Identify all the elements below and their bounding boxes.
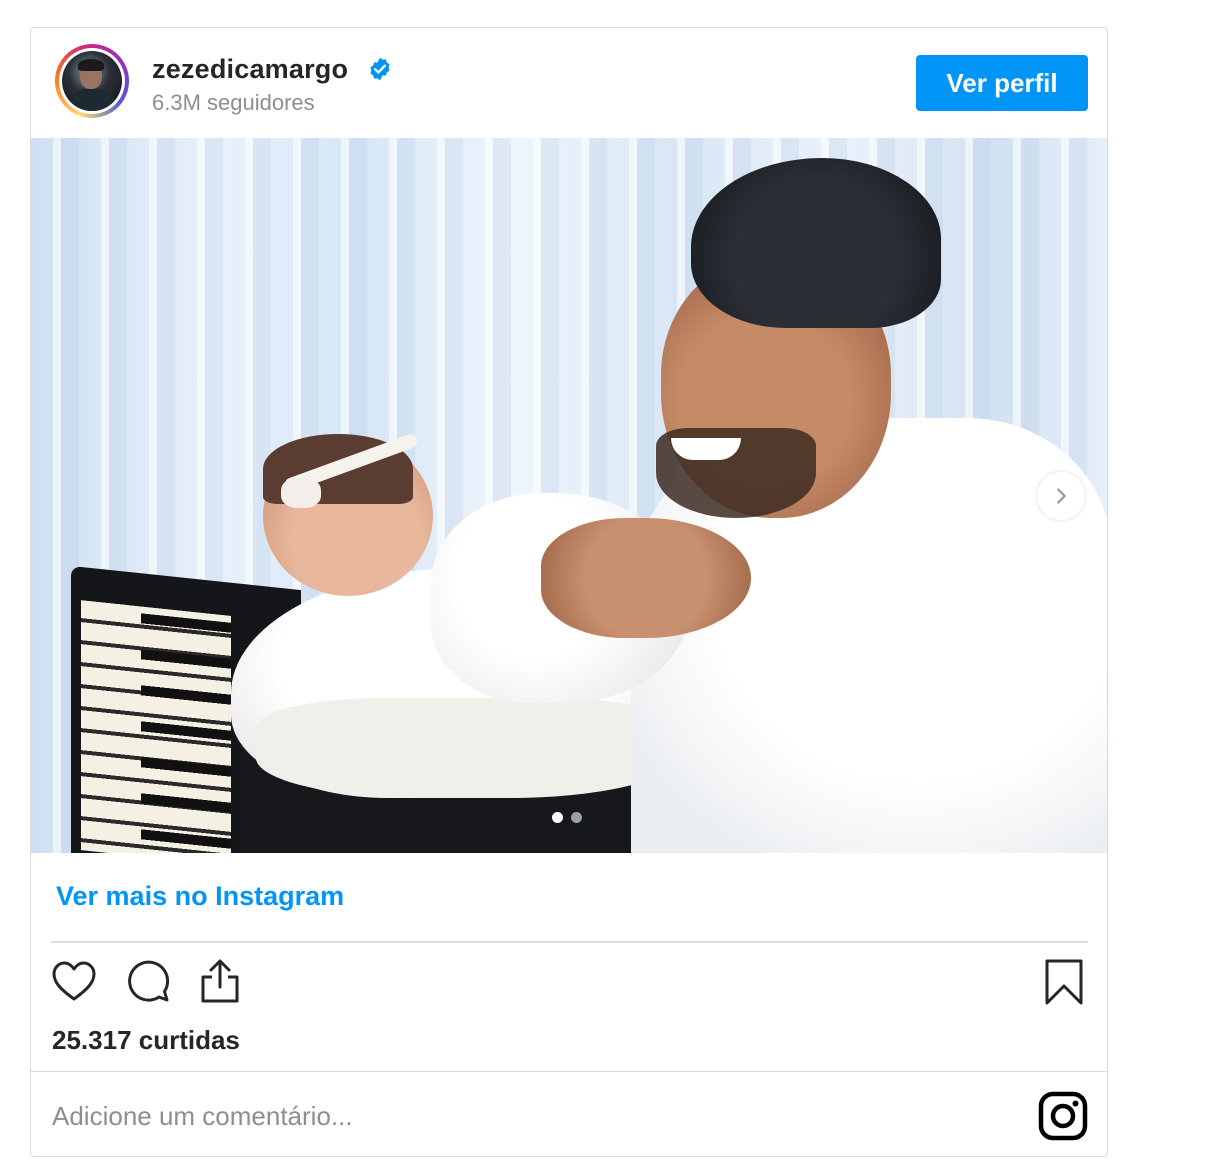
bookmark-icon[interactable] [1040,958,1088,1006]
divider [31,1071,1107,1072]
avatar-image [62,51,122,111]
username[interactable]: zezedicamargo [152,54,348,85]
carousel-indicator [552,812,582,824]
comment-bubble-icon[interactable] [124,958,172,1006]
share-icon[interactable] [196,957,244,1005]
chevron-right-icon [1057,488,1066,504]
man-hair [691,158,941,328]
add-comment-field[interactable]: Adicione um comentário... [52,1101,353,1132]
avatar-border [59,48,125,114]
carousel-next-button[interactable] [1037,472,1085,520]
baby-bow [281,478,321,508]
like-count: 25.317 curtidas [52,1025,240,1055]
carousel-dot-active [552,812,563,823]
view-profile-button[interactable]: Ver perfil [916,55,1088,111]
instagram-icon[interactable] [1038,1091,1088,1141]
avatar-body-shape [70,89,114,111]
post-header: zezedicamargo 6.3M seguidores Ver perfil [31,28,1107,138]
blanket [256,698,676,798]
accordion-black-keys [141,613,231,853]
follower-count: 6.3M seguidores [152,90,315,115]
verified-badge-icon [370,57,390,81]
heart-icon[interactable] [50,958,98,1006]
carousel-dot [571,812,582,823]
view-more-on-instagram-link[interactable]: Ver mais no Instagram [56,881,344,912]
man-hand [541,518,751,638]
man-smile [671,438,741,460]
avatar-hair-shape [78,59,104,71]
avatar[interactable] [55,44,129,118]
instagram-embed-card: zezedicamargo 6.3M seguidores Ver perfil [30,27,1108,1157]
post-photo[interactable] [31,138,1107,853]
divider [51,941,1088,943]
